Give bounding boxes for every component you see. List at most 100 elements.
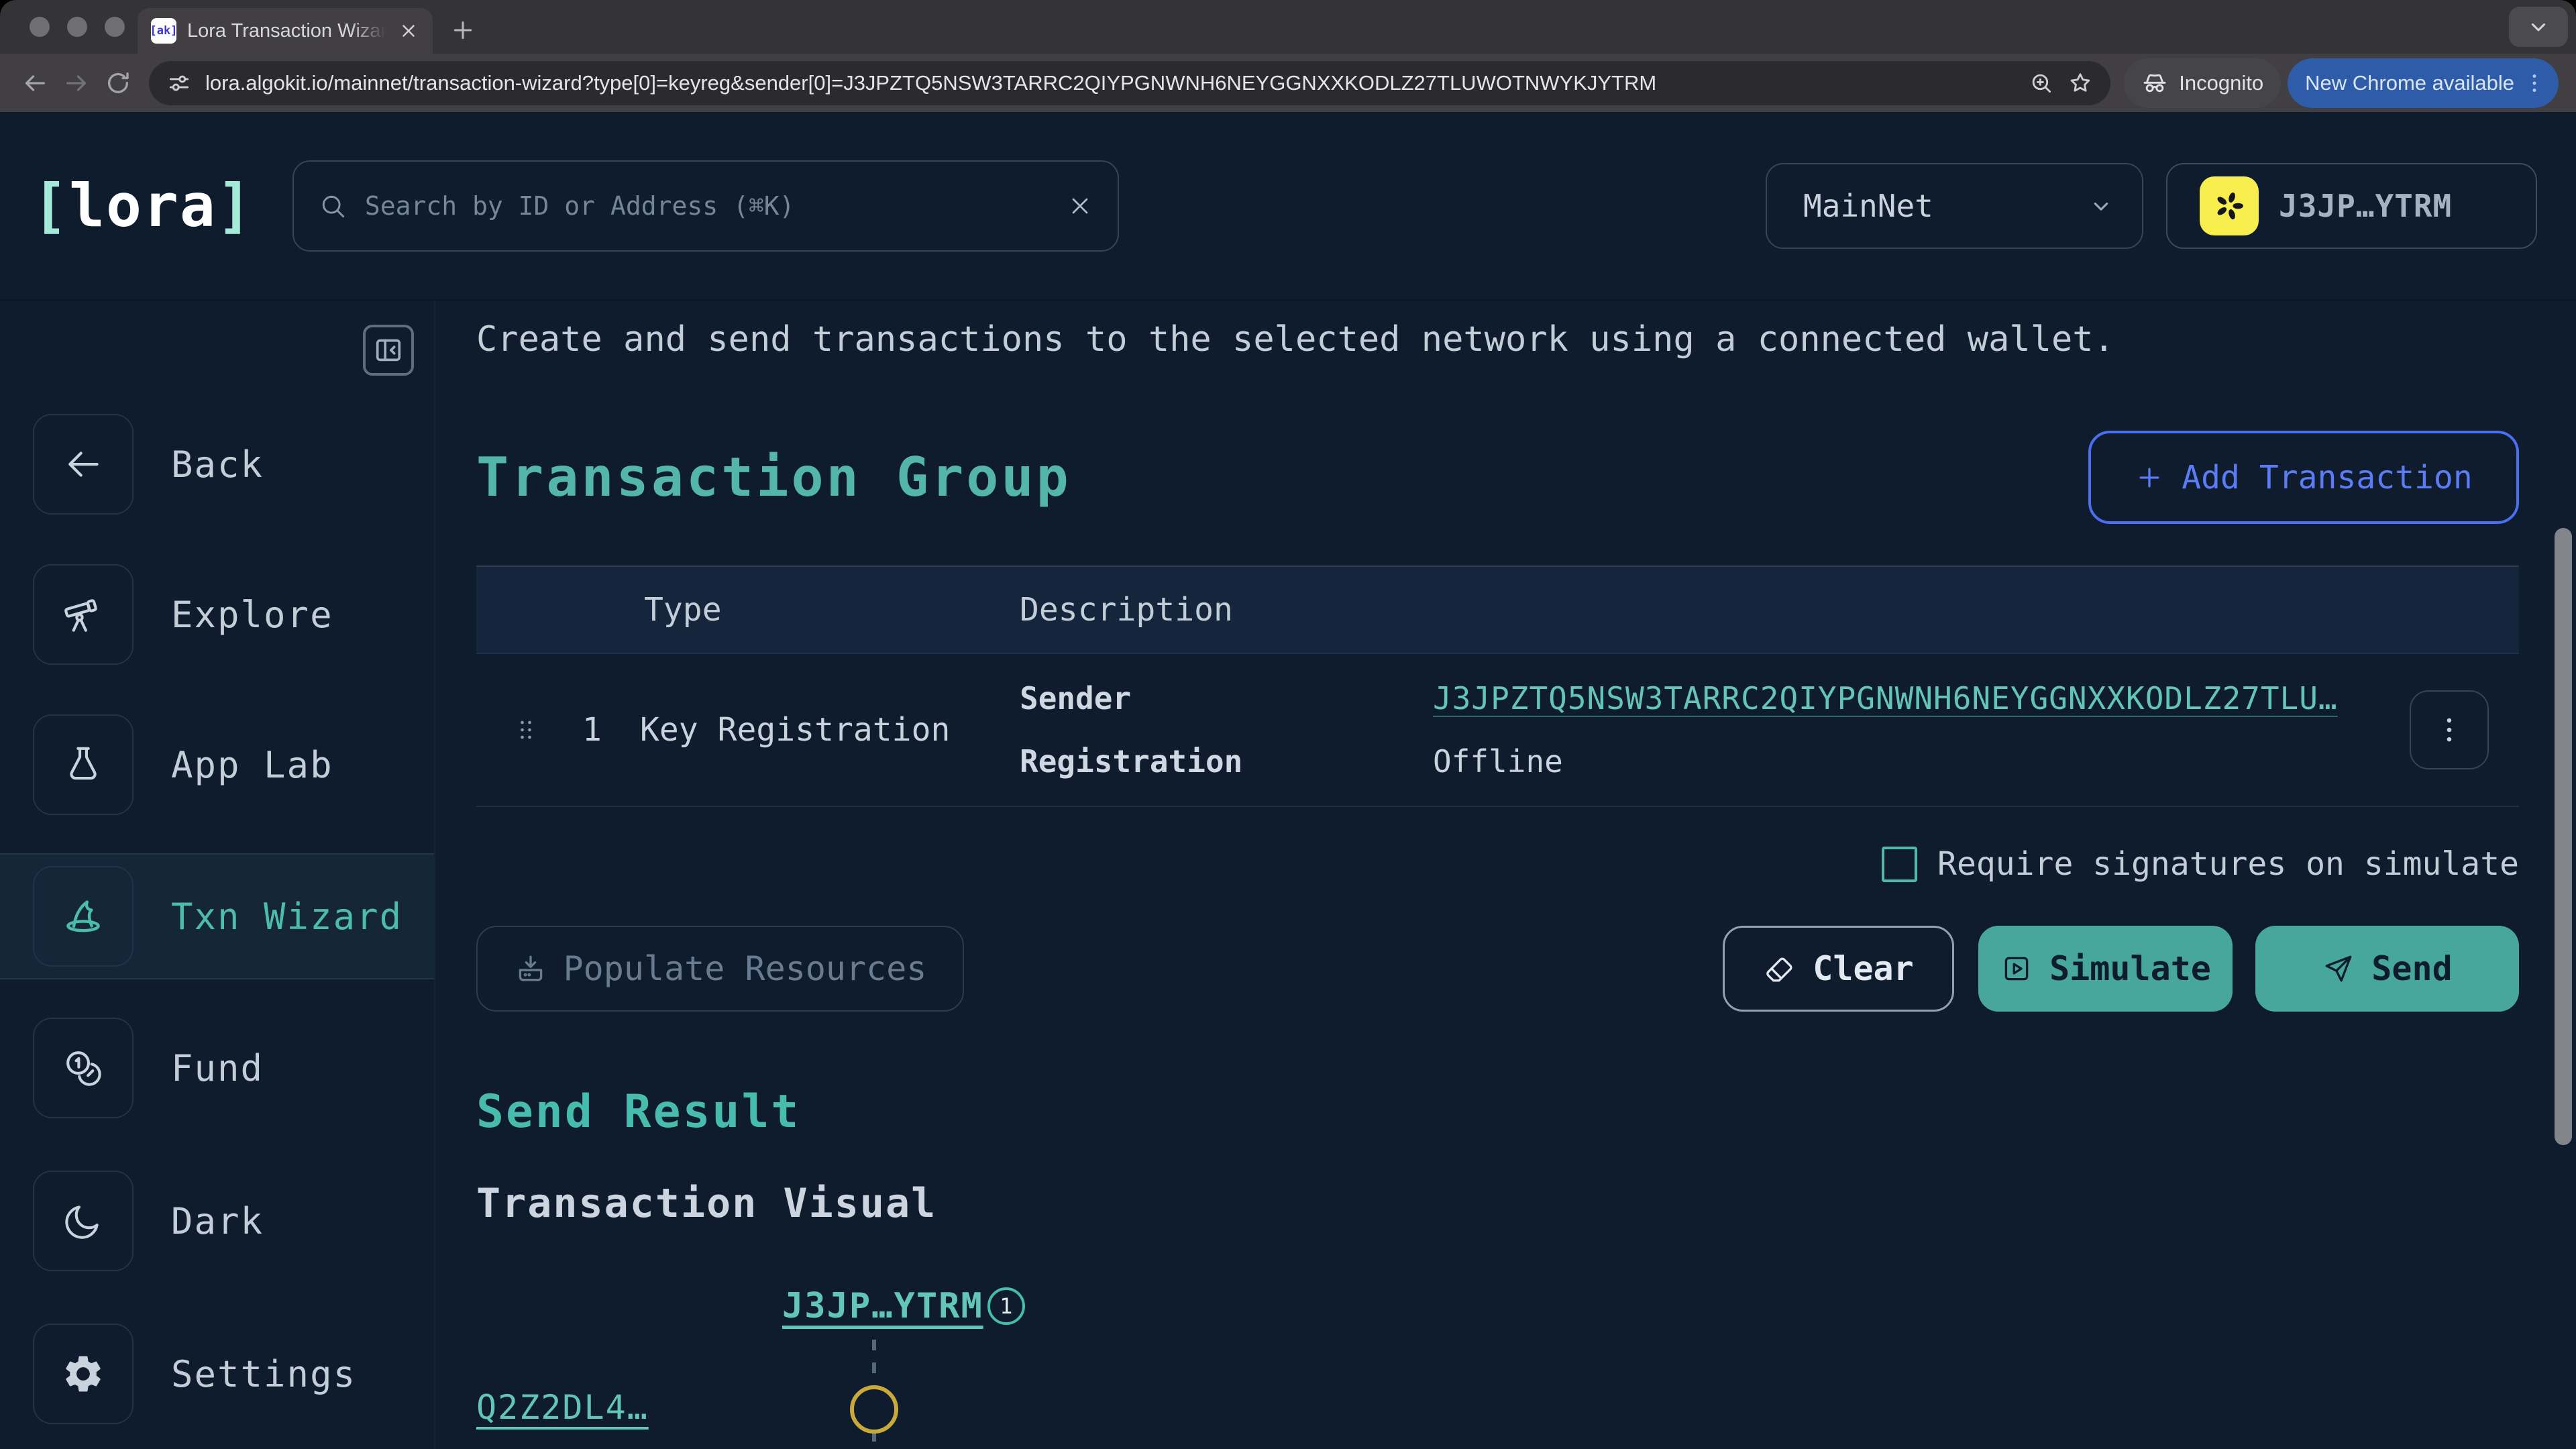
sidebar-item-explore[interactable]: Explore	[0, 553, 434, 676]
transaction-id-link[interactable]: Q2Z2DL4…	[476, 1388, 649, 1427]
transaction-visual-title: Transaction Visual	[476, 1180, 2519, 1227]
require-signatures-label: Require signatures on simulate	[1937, 845, 2519, 883]
populate-resources-button[interactable]: Populate Resources	[476, 926, 964, 1012]
network-select[interactable]: MainNet	[1766, 163, 2143, 249]
new-tab-button[interactable]	[447, 15, 478, 46]
table-header: Type Description	[476, 566, 2519, 654]
transaction-table: Type Description 1 Key Registration Send…	[476, 566, 2519, 807]
sidebar-item-label: Explore	[171, 594, 333, 636]
incognito-label: Incognito	[2179, 71, 2263, 95]
drag-handle-icon[interactable]	[511, 715, 541, 745]
row-index: 1	[582, 711, 610, 749]
wizard-hat-icon	[33, 866, 133, 967]
wallet-provider-icon	[2200, 176, 2259, 235]
account-badge: 1	[987, 1287, 1025, 1325]
simulate-button[interactable]: Simulate	[1978, 926, 2233, 1012]
send-button[interactable]: Send	[2255, 926, 2519, 1012]
require-signatures-checkbox[interactable]	[1882, 847, 1917, 882]
sidebar-collapse-button[interactable]	[363, 325, 414, 376]
url-text[interactable]: lora.algokit.io/mainnet/transaction-wiza…	[205, 71, 2015, 95]
add-transaction-button[interactable]: Add Transaction	[2088, 431, 2519, 524]
sidebar-item-fund[interactable]: Fund	[0, 1006, 434, 1130]
site-settings-icon[interactable]	[166, 70, 192, 96]
download-tray-icon	[514, 952, 547, 985]
bookmark-star-icon[interactable]	[2068, 70, 2093, 96]
search-input[interactable]	[365, 191, 1049, 221]
tab-search-button[interactable]	[2509, 7, 2568, 47]
search-clear-icon[interactable]	[1067, 193, 1093, 219]
chrome-update-label: New Chrome available	[2305, 71, 2514, 95]
sidebar-item-dark-mode[interactable]: Dark	[0, 1159, 434, 1283]
coins-icon	[33, 1018, 133, 1118]
close-window-button[interactable]	[30, 17, 50, 37]
transaction-node-circle[interactable]	[850, 1385, 898, 1434]
play-square-icon	[2000, 952, 2033, 985]
sidebar: Back Explore A	[0, 301, 435, 1449]
search-icon	[318, 191, 347, 221]
incognito-icon	[2141, 70, 2168, 97]
sidebar-item-label: Fund	[171, 1047, 264, 1089]
network-label: MainNet	[1803, 188, 2074, 224]
browser-toolbar: lora.algokit.io/mainnet/transaction-wiza…	[0, 54, 2576, 112]
sidebar-item-label: App Lab	[171, 744, 333, 786]
forward-nav-icon[interactable]	[59, 66, 94, 101]
sender-label: Sender	[1020, 680, 1433, 716]
chrome-update-button[interactable]: New Chrome available	[2288, 58, 2559, 108]
sender-address-link[interactable]: J3JPZTQ5NSW3TARRC2QIYPGNWNH6NEYGGNXXKODL…	[1433, 680, 2390, 716]
wallet-address-label: J3JP…YTRM	[2279, 188, 2452, 224]
visual-account-link[interactable]: J3JP…YTRM	[782, 1286, 983, 1326]
lora-app: [lora] MainNet	[0, 112, 2576, 1449]
send-plane-icon	[2322, 952, 2355, 985]
table-row: 1 Key Registration Sender J3JPZTQ5NSW3TA…	[476, 654, 2519, 807]
browser-menu-icon[interactable]	[2522, 71, 2546, 95]
back-nav-icon[interactable]	[17, 66, 52, 101]
tab-title: Lora Transaction Wizard main	[187, 20, 386, 42]
app-header: [lora] MainNet	[0, 112, 2576, 301]
eraser-icon	[1763, 952, 1796, 985]
sidebar-item-txn-wizard[interactable]: Txn Wizard	[0, 853, 434, 979]
lora-logo[interactable]: [lora]	[32, 171, 254, 240]
sidebar-item-app-lab[interactable]: App Lab	[0, 703, 434, 826]
telescope-icon	[33, 564, 133, 665]
scrollbar-thumb[interactable]	[2555, 528, 2572, 1145]
app-body: Back Explore A	[0, 301, 2576, 1449]
sidebar-item-label: Dark	[171, 1200, 264, 1242]
browser-window: [ak] Lora Transaction Wizard main lor	[0, 0, 2576, 1449]
registration-value: Offline	[1433, 743, 2390, 780]
registration-label: Registration	[1020, 743, 1433, 780]
column-header-type: Type	[644, 591, 1020, 629]
sidebar-item-label: Settings	[171, 1353, 356, 1395]
reload-icon[interactable]	[101, 66, 136, 101]
gear-icon	[33, 1324, 133, 1424]
incognito-badge: Incognito	[2124, 58, 2281, 108]
tab-close-icon[interactable]	[396, 19, 421, 43]
row-menu-button[interactable]	[2410, 690, 2489, 769]
tab-strip: [ak] Lora Transaction Wizard main	[0, 0, 2576, 54]
minimize-window-button[interactable]	[67, 17, 87, 37]
wallet-button[interactable]: J3JP…YTRM	[2166, 163, 2537, 249]
browser-tab[interactable]: [ak] Lora Transaction Wizard main	[138, 8, 433, 54]
window-controls[interactable]	[30, 17, 125, 37]
plus-icon	[2135, 463, 2164, 492]
search-box[interactable]	[292, 160, 1119, 252]
chevron-down-icon	[2087, 192, 2115, 220]
sidebar-item-label: Back	[171, 443, 264, 486]
arrow-left-icon	[33, 414, 133, 515]
column-header-description: Description	[1020, 591, 1233, 629]
sidebar-item-label: Txn Wizard	[171, 896, 402, 938]
address-bar[interactable]: lora.algokit.io/mainnet/transaction-wiza…	[149, 61, 2110, 105]
flask-icon	[33, 714, 133, 815]
kebab-icon	[2432, 712, 2467, 747]
clear-button[interactable]: Clear	[1723, 926, 1954, 1012]
moon-icon	[33, 1171, 133, 1271]
row-type: Key Registration	[640, 711, 1020, 749]
transaction-group-title: Transaction Group	[476, 446, 1071, 508]
sidebar-item-settings[interactable]: Settings	[0, 1312, 434, 1436]
tab-favicon: [ak]	[151, 18, 176, 44]
sidebar-item-back[interactable]: Back	[0, 402, 434, 526]
maximize-window-button[interactable]	[105, 17, 125, 37]
send-result-title: Send Result	[476, 1085, 2519, 1138]
main-content: Create and send transactions to the sele…	[435, 301, 2576, 1449]
transaction-visual-diagram: J3JP…YTRM 1 Q2Z2DL4…	[476, 1286, 2519, 1449]
zoom-page-icon[interactable]	[2029, 70, 2054, 96]
